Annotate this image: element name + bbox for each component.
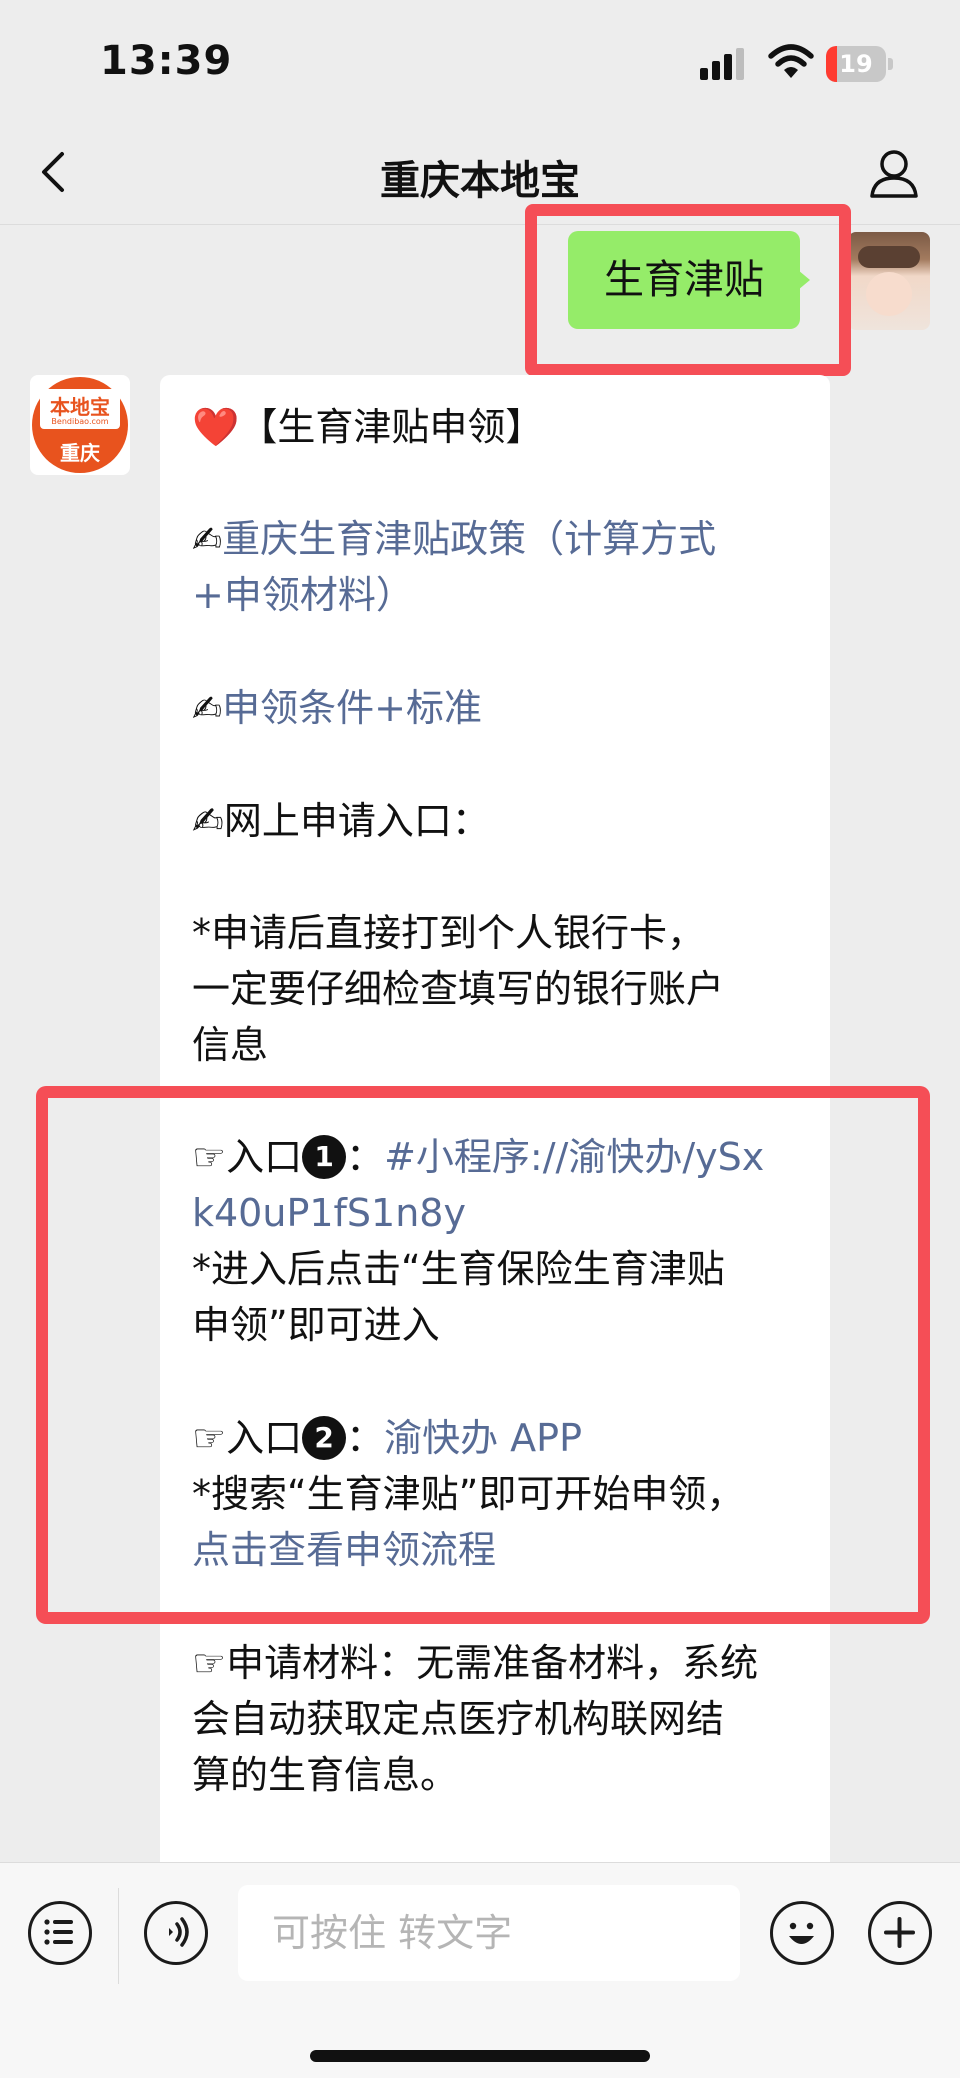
user-avatar[interactable] (848, 232, 930, 330)
highlight-box-user-message (525, 204, 851, 376)
status-bar: 13:39 19 (0, 0, 960, 120)
policy-link-continued[interactable]: +申领材料） (192, 567, 414, 623)
smiley-icon[interactable] (770, 1901, 834, 1965)
bot-avatar[interactable]: 本地宝 Bendibao.com 重庆 (30, 375, 130, 475)
conditions-link[interactable]: 申领条件+标准 (222, 686, 482, 730)
writing-hand-icon: ✍ (192, 689, 223, 730)
materials-line-2: 会自动获取定点医疗机构联网结 (192, 1697, 725, 1741)
bank-note-line-2: 一定要仔细检查填写的银行账户 (192, 967, 725, 1011)
person-icon[interactable] (866, 146, 922, 202)
materials-line-3: 算的生育信息。 (192, 1753, 459, 1797)
policy-line-1: ✍重庆生育津贴政策（计算方式 (192, 511, 716, 569)
input-bar: 可按住 转文字 (0, 1862, 960, 2078)
chat-title: 重庆本地宝 (380, 158, 580, 204)
bank-note-line-1: *申请后直接打到个人银行卡， (192, 911, 706, 955)
logo-sub: Bendibao.com (51, 417, 109, 426)
list-icon[interactable] (28, 1901, 92, 1965)
policy-link[interactable]: 重庆生育津贴政策（计算方式 (222, 517, 716, 561)
bank-note-line-3: 信息 (192, 1023, 269, 1067)
highlight-box-entries (36, 1086, 930, 1624)
message-heading: ❤️【生育津贴申领】 (192, 405, 544, 449)
online-entry-label: ✍网上申请入口： (192, 799, 490, 843)
writing-hand-icon: ✍ (192, 520, 223, 561)
signal-icon (700, 48, 744, 80)
battery-indicator: 19 (826, 46, 894, 82)
input-bar-divider (118, 1888, 119, 1984)
voice-icon[interactable] (144, 1901, 208, 1965)
logo-city: 重庆 (60, 441, 100, 465)
materials-line-1: ☞申请材料：无需准备材料，系统 (192, 1641, 759, 1685)
home-indicator[interactable] (310, 2050, 650, 2062)
logo-text: 本地宝 (50, 395, 110, 419)
wifi-icon (768, 44, 814, 78)
message-input[interactable]: 可按住 转文字 (238, 1885, 740, 1981)
conditions-line: ✍申领条件+标准 (192, 680, 482, 738)
status-time: 13:39 (100, 38, 233, 84)
plus-icon[interactable] (868, 1901, 932, 1965)
battery-percent: 19 (839, 50, 873, 78)
